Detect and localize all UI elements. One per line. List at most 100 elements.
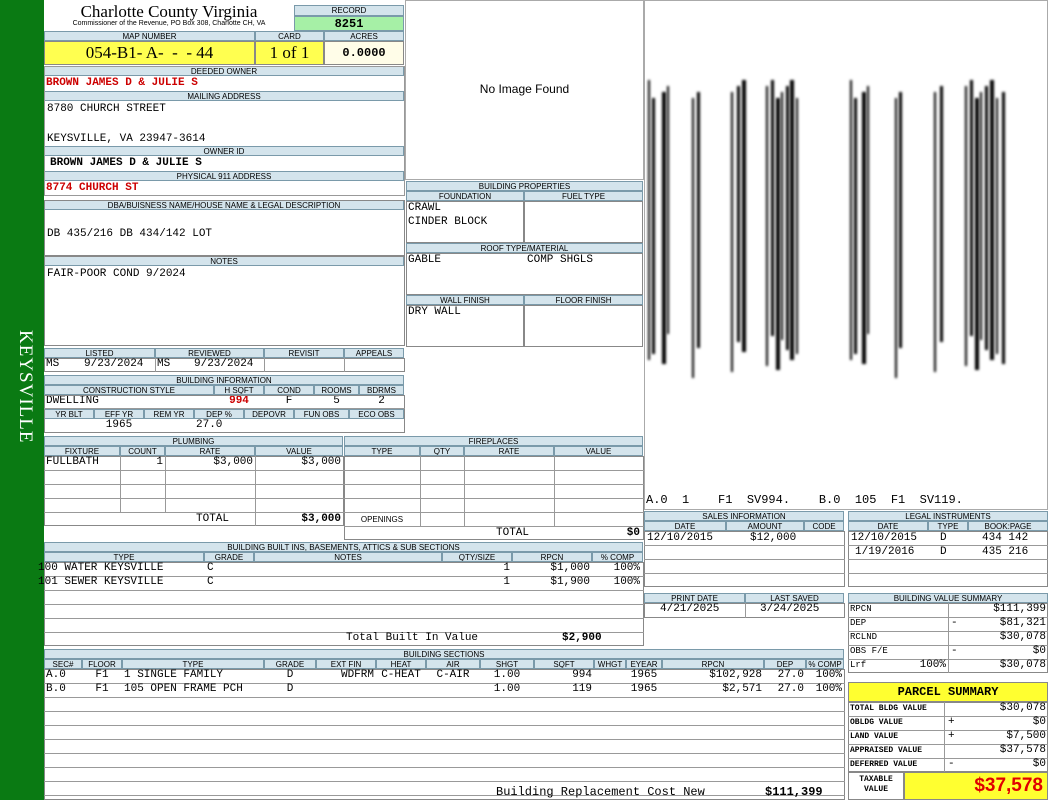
sketch-stroke [781,92,783,340]
sidebar-label: KEYSVILLE [15,330,36,444]
bvs-label: BUILDING VALUE SUMMARY [848,593,1048,603]
parcel-deferred: $0 [1032,758,1046,770]
section-col-rpcn-label: RPCN [662,659,764,669]
building-sections-label: BUILDING SECTIONS [44,649,844,659]
section-row-2-rpcn: $2,571 [722,683,762,695]
li-date-label: DATE [848,521,928,531]
parcel-appraised-label: APPRAISED VALUE [850,746,923,755]
plumbing-fixture: FULLBATH [46,456,99,468]
print-date: 4/21/2025 [660,603,720,615]
taxable-label-2: VALUE [863,785,888,794]
openings-label: OPENINGS [360,515,404,524]
roof-cell [406,253,643,295]
appeals-label: APPEALS [344,348,404,358]
bi-type-2: 101 SEWER KEYSVILLE [38,576,164,588]
reviewed-by: MS [157,358,171,370]
section-col-grade-label: GRADE [264,659,316,669]
bvs-rpcn-label: RPCN [850,604,872,614]
li-type-1: D [940,532,947,544]
section-row-2-sec: B.0 [46,683,66,695]
section-col-dep-label: DEP [764,659,806,669]
wall-cell [406,305,524,347]
bi-qty-1: 1 [503,562,510,574]
section-row-1-air: C-AIR [436,669,470,681]
plumbing-value-label: VALUE [255,446,343,456]
fp-value-label: VALUE [554,446,643,456]
li-book-label: BOOK:PAGE [968,521,1048,531]
sketch-stroke [854,98,857,354]
sales-code-label: CODE [804,521,844,531]
sketch-stroke [731,92,733,372]
sketch-stroke [867,86,869,334]
county-title: Charlotte County Virginia [80,2,258,21]
li-type-label: TYPE [928,521,968,531]
sketch-stroke [692,98,694,378]
sketch-stroke [652,98,655,354]
bvs-lrf: $30,078 [999,659,1046,671]
fuel-type-label: FUEL TYPE [524,191,643,201]
listed-date: 9/23/2024 [84,358,144,370]
sketch-stroke [766,86,768,366]
li-type-2: D [940,546,947,558]
section-row-1-grade: D [286,669,294,681]
parcel-bldg-label: TOTAL BLDG VALUE [850,704,927,713]
reviewed-label: REVIEWED [155,348,264,358]
bi-grade-2: C [207,576,214,588]
section-row-1-dep: 27.0 [777,669,804,681]
bi-comp-label: % COMP [592,552,643,562]
building-info-block [44,395,405,433]
taxable-value: $37,578 [904,772,1048,800]
section-col-shgt-label: SHGT [480,659,534,669]
sketch-stroke [934,92,936,372]
sketch-stroke [990,80,994,360]
sketch-stroke [776,98,780,370]
building-properties-label: BUILDING PROPERTIES [406,181,643,191]
sketch-caption: A.0 1 F1 SV994. B.0 105 F1 SV119. [646,493,963,507]
section-row-1-floor: F1 [95,669,109,681]
sketch-stroke [862,92,866,364]
bi-comp-2: 100% [613,576,640,588]
sketch-stroke [996,98,998,354]
bdrms-label: BDRMS [359,385,404,395]
section-row-2-floor: F1 [95,683,109,695]
sale-date: 12/10/2015 [647,532,714,544]
record-label: RECORD [294,5,404,16]
no-image-text: No Image Found [479,82,570,96]
bi-qty-2: 1 [503,576,510,588]
wall-finish-label: WALL FINISH [406,295,524,305]
bi-grade-label: GRADE [204,552,254,562]
section-row-1-comp: 100% [815,669,842,681]
hsqft-label: H SQFT [214,385,264,395]
legal-block [44,200,405,256]
bvs-rclnd: $30,078 [999,631,1046,643]
plumbing-total-label: TOTAL [196,513,230,525]
fp-qty-label: QTY [420,446,464,456]
sketch-stroke [737,86,740,342]
sales-info-label: SALES INFORMATION [644,511,844,521]
legal-instruments-label: LEGAL INSTRUMENTS [848,511,1048,521]
card-value: 1 of 1 [255,41,324,65]
sketch-stroke [662,92,666,364]
revisit-label: REVISIT [264,348,344,358]
fp-total: $0 [626,527,640,539]
bi-rpcn-2: $1,900 [550,576,590,588]
sketch-stroke [975,98,979,370]
print-date-label: PRINT DATE [644,593,745,603]
section-row-1-eyear: 1965 [630,669,658,681]
sketch-stroke [667,86,669,334]
section-col-floor-label: FLOOR [82,659,122,669]
section-row-2-dep: 27.0 [777,683,804,695]
section-col-sec-label: SEC# [44,659,82,669]
bi-comp-1: 100% [613,562,640,574]
section-col-extfin-label: EXT FIN [316,659,376,669]
parcel-land: $7,500 [1006,730,1046,742]
li-book-1: 434 142 [982,532,1029,544]
fp-type-label: TYPE [344,446,420,456]
foundation-label: FOUNDATION [406,191,524,201]
floor-finish-label: FLOOR FINISH [524,295,643,305]
section-row-1-sqft: 994 [572,669,592,681]
county-subtitle: Commissioner of the Revenue, PO Box 308,… [72,20,266,27]
fp-total-label: TOTAL [496,527,530,539]
section-row-1-type: 1 SINGLE FAMILY [124,669,224,681]
bvs-lrf-label: Lrf [850,660,867,670]
